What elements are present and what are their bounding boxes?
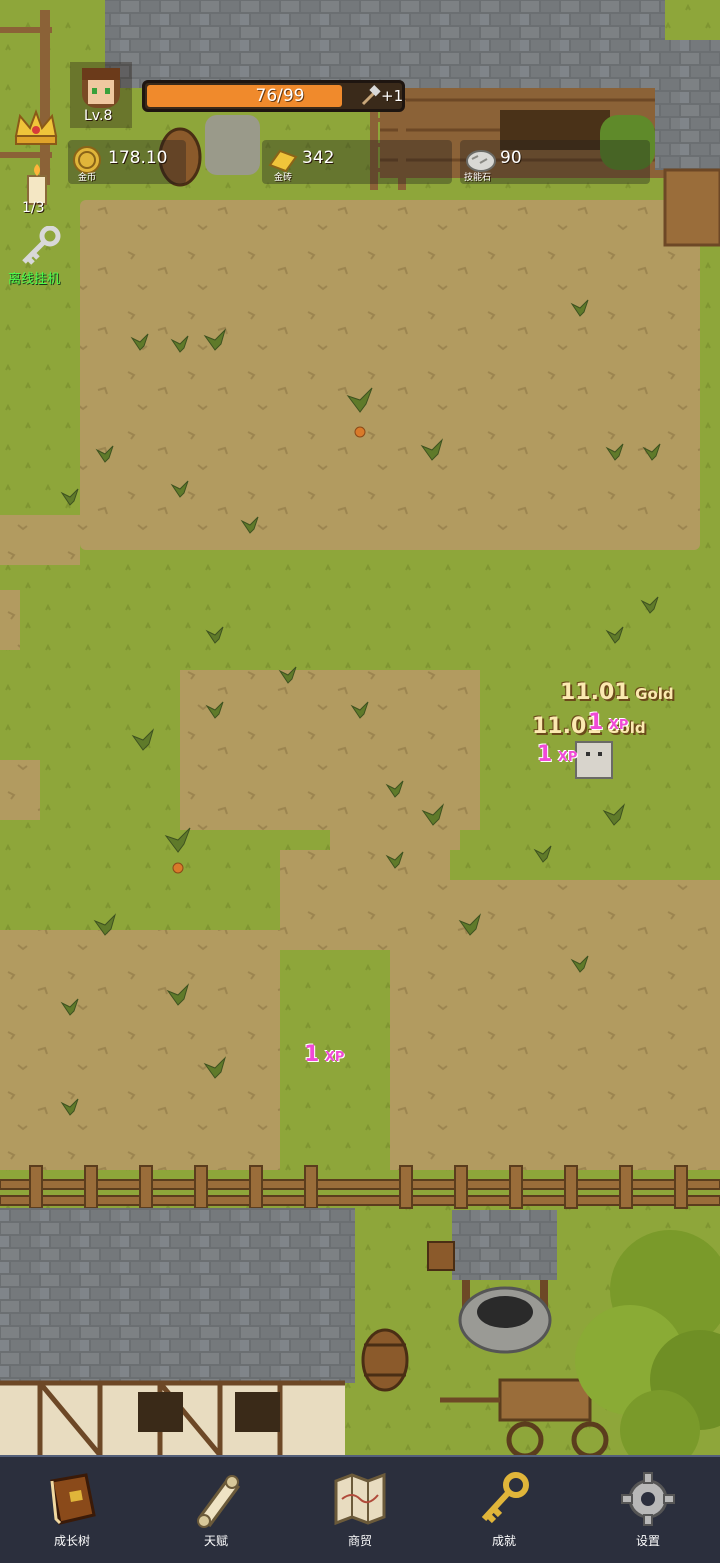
skill-stone-value: 90: [500, 148, 522, 168]
hammer-icon: [360, 85, 382, 111]
gold-coin-counter[interactable]: 178.10 金币: [68, 140, 186, 184]
nav-trade[interactable]: 商贸: [288, 1457, 432, 1563]
nav-settings[interactable]: 设置: [576, 1457, 720, 1563]
nav-talent-label: 天赋: [203, 1534, 228, 1548]
crown-icon: [12, 109, 60, 156]
nav-growth-tree[interactable]: 成长树: [0, 1457, 144, 1563]
candle-count: 1/3: [22, 200, 45, 216]
xp-popup: 1 XP: [588, 710, 629, 735]
afk-button[interactable]: 离线挂机: [4, 225, 74, 288]
gold-coin-value: 178.10: [108, 148, 168, 168]
player-character[interactable]: [575, 741, 613, 779]
candle-button[interactable]: 1/3: [14, 160, 60, 220]
nav-settings-label: 设置: [635, 1534, 660, 1548]
gold-bar-value: 342: [302, 148, 335, 168]
crown-button[interactable]: [12, 106, 60, 152]
hp-bar: 76/99 +1: [142, 80, 405, 112]
gold-bar-counter[interactable]: 342 金砖: [262, 140, 452, 184]
xp-popup: 1 XP: [537, 742, 578, 767]
nav-growth-tree-label: 成长树: [53, 1534, 90, 1548]
gold-popup: 11.01 Gold: [560, 680, 674, 705]
bottom-nav: 成长树 天赋 商贸 成就 设置: [0, 1455, 720, 1563]
skill-stone-counter[interactable]: 90 技能石: [460, 140, 650, 184]
nav-achievement-label: 成就: [491, 1534, 516, 1548]
player-avatar[interactable]: Lv.8: [70, 62, 132, 128]
gold-coin-caption: 金币: [78, 173, 97, 183]
gold-bar-caption: 金砖: [274, 173, 293, 183]
key-icon: [18, 225, 64, 270]
player-level: Lv.8: [84, 108, 113, 124]
hero-portrait-icon: [82, 68, 120, 108]
nav-achievement[interactable]: 成就: [432, 1457, 576, 1563]
nav-talent[interactable]: 天赋: [144, 1457, 288, 1563]
bottom-house: [0, 1208, 355, 1455]
xp-popup: 1 XP: [304, 1042, 345, 1067]
nav-trade-label: 商贸: [347, 1534, 372, 1548]
afk-label: 离线挂机: [8, 272, 61, 287]
bonus-text: +1: [381, 87, 404, 105]
skill-stone-caption: 技能石: [464, 173, 492, 183]
